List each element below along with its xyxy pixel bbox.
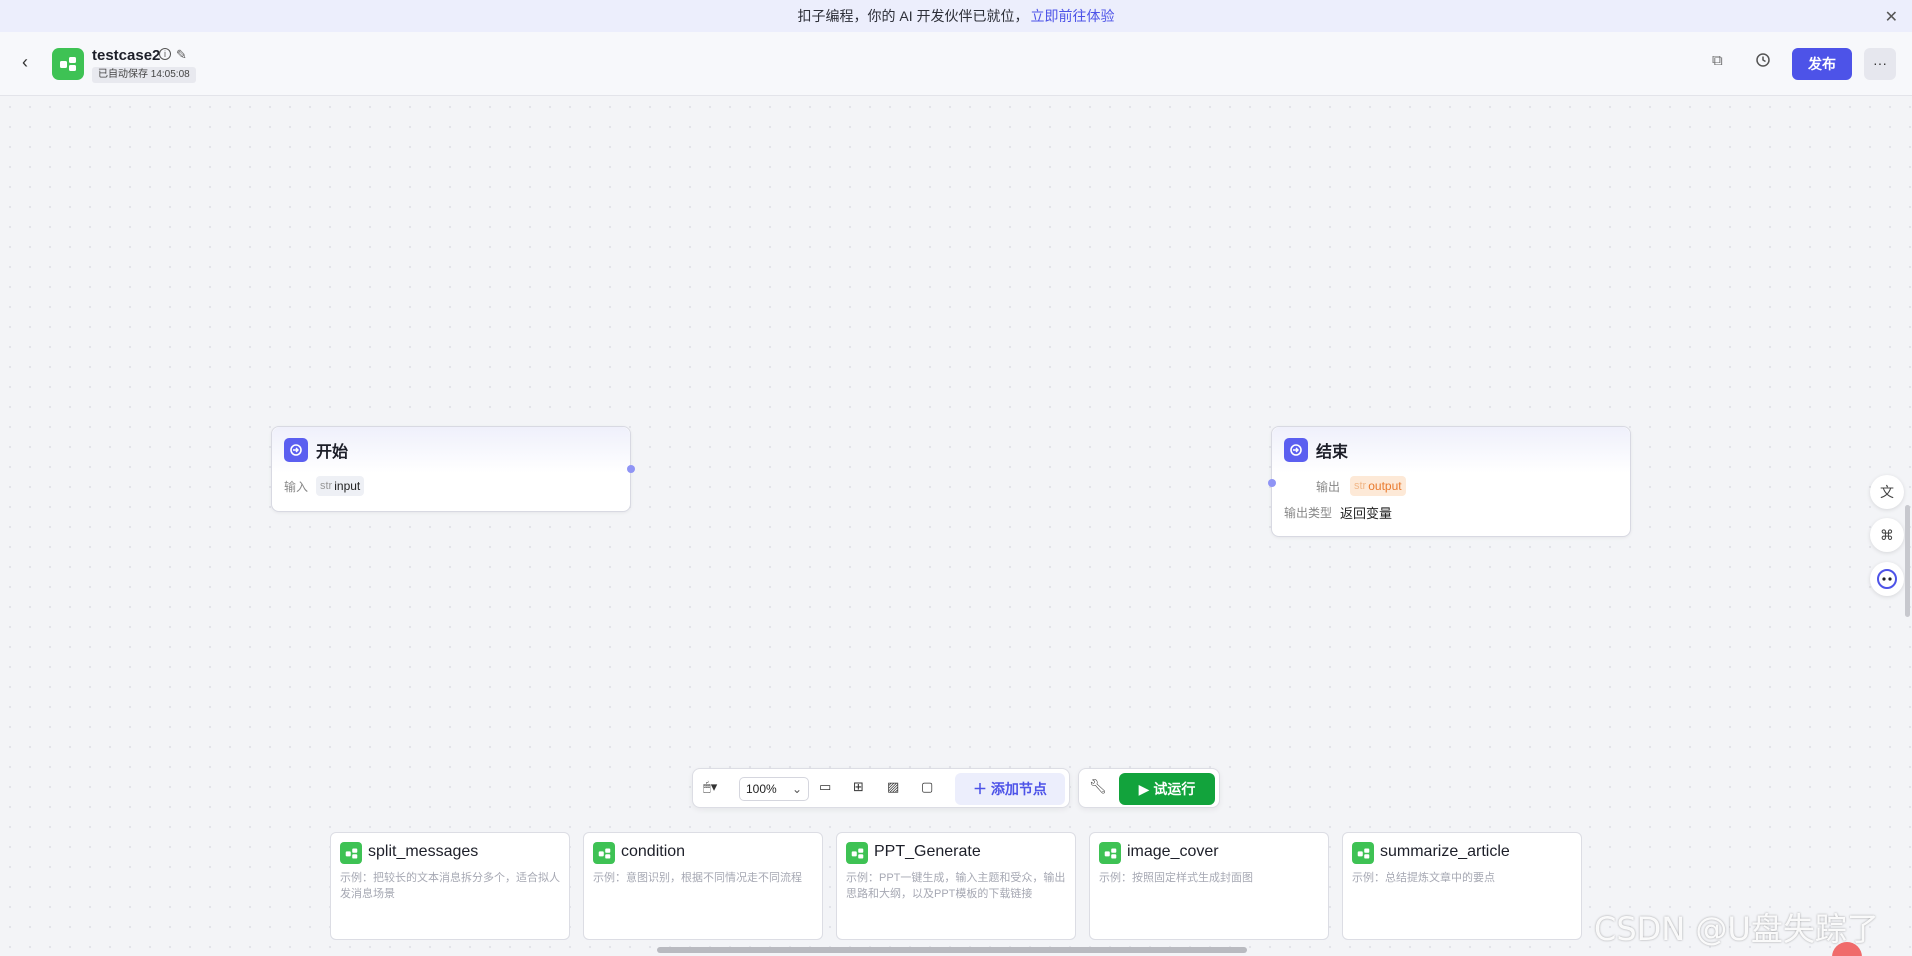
shortcut-icon[interactable]: ⌘ xyxy=(1870,518,1904,552)
start-node-header: 开始 xyxy=(272,427,630,473)
start-output-port[interactable] xyxy=(627,465,635,473)
horizontal-scrollbar[interactable] xyxy=(657,947,1247,953)
back-button[interactable]: ‹ xyxy=(22,52,28,73)
workflow-icon xyxy=(593,842,615,864)
comment-icon[interactable]: ▭ xyxy=(819,779,831,795)
start-node-title: 开始 xyxy=(316,444,349,461)
template-card[interactable]: summarize_article 示例：总结提炼文章中的要点 xyxy=(1342,832,1582,940)
input-label: 输入 xyxy=(284,479,309,494)
start-node[interactable]: 开始 输入 str input xyxy=(271,426,631,512)
end-node-header: 结束 xyxy=(1272,427,1630,473)
card-description: 示例：总结提炼文章中的要点 xyxy=(1352,872,1495,884)
workflow-header: ‹ testcase2 i ✎ 已自动保存 14:05:08 ⧉ 发布 ··· xyxy=(0,32,1912,96)
autosave-badge: 已自动保存 14:05:08 xyxy=(92,67,196,83)
close-icon[interactable]: ✕ xyxy=(1885,7,1898,27)
card-title: image_cover xyxy=(1127,843,1219,860)
assistant-icon[interactable] xyxy=(1870,562,1904,596)
template-card[interactable]: PPT_Generate 示例：PPT一键生成，输入主题和受众，输出思路和大纲，… xyxy=(836,832,1076,940)
var-type: str xyxy=(320,480,333,492)
var-name: input xyxy=(334,479,361,493)
template-card[interactable]: condition 示例：意图识别，根据不同情况走不同流程 xyxy=(583,832,823,940)
watermark: CSDN @U盘失踪了 xyxy=(1594,910,1879,948)
side-scrollbar[interactable] xyxy=(1905,505,1910,617)
workflow-icon xyxy=(846,842,868,864)
publish-button[interactable]: 发布 xyxy=(1792,48,1852,80)
test-run-button[interactable]: ▶ 试运行 xyxy=(1119,773,1215,805)
announcement-banner: 扣子编程，你的 AI 开发伙伴已就位， 立即前往体验 ✕ xyxy=(0,0,1912,32)
translate-icon[interactable]: 文 xyxy=(1870,475,1904,509)
output-type-value: 返回变量 xyxy=(1340,505,1393,521)
add-node-button[interactable]: ＋ 添加节点 xyxy=(955,773,1065,805)
workflow-icon xyxy=(1099,842,1121,864)
card-description: 示例：把较长的文本消息拆分多个，适合拟人发消息场景 xyxy=(340,872,560,900)
image-icon[interactable]: ▨ xyxy=(887,779,899,795)
card-title: condition xyxy=(621,843,686,860)
layout-icon[interactable]: ⊞ xyxy=(853,779,864,795)
more-button[interactable]: ··· xyxy=(1864,48,1896,80)
output-label: 输出 xyxy=(1315,479,1340,494)
card-description: 示例：意图识别，根据不同情况走不同流程 xyxy=(593,872,802,884)
wrench-icon[interactable]: 🔧︎ xyxy=(1089,778,1107,795)
zoom-value: 100% xyxy=(746,782,777,796)
end-icon xyxy=(1284,438,1308,462)
template-card[interactable]: split_messages 示例：把较长的文本消息拆分多个，适合拟人发消息场景 xyxy=(330,832,570,940)
minimap-icon[interactable]: ▢ xyxy=(921,779,933,795)
workflow-icon xyxy=(340,842,362,864)
card-description: 示例：PPT一键生成，输入主题和受众，输出思路和大纲，以及PPT模板的下载链接 xyxy=(846,872,1066,900)
info-icon[interactable]: i xyxy=(159,48,171,60)
banner-text: 扣子编程，你的 AI 开发伙伴已就位， xyxy=(797,8,1029,24)
template-card[interactable]: image_cover 示例：按照固定样式生成封面图 xyxy=(1089,832,1329,940)
copy-icon[interactable]: ⧉ xyxy=(1712,52,1723,69)
card-title: PPT_Generate xyxy=(874,843,981,860)
card-description: 示例：按照固定样式生成封面图 xyxy=(1099,872,1253,884)
chevron-down-icon: ⌄ xyxy=(791,782,802,796)
zoom-select[interactable]: 100% ⌄ xyxy=(739,777,809,801)
workflow-icon xyxy=(1352,842,1374,864)
card-title: summarize_article xyxy=(1380,843,1510,860)
output-type-label: 输出类型 xyxy=(1284,505,1333,520)
canvas-toolbar: 🖱︎▾ 100% ⌄ ▭ ⊞ ▨ ▢ ＋ 添加节点 xyxy=(692,768,1070,808)
var-name: output xyxy=(1368,479,1402,493)
workflow-icon xyxy=(52,48,84,80)
mouse-mode-icon[interactable]: 🖱︎▾ xyxy=(703,779,717,795)
edit-icon[interactable]: ✎ xyxy=(176,47,187,63)
card-title: split_messages xyxy=(368,843,479,860)
end-output-type-row: 输出类型 返回变量 xyxy=(1272,499,1630,525)
var-type: str xyxy=(1354,480,1367,492)
banner-link[interactable]: 立即前往体验 xyxy=(1031,6,1115,26)
start-input-row: 输入 str input xyxy=(272,473,630,499)
end-node-title: 结束 xyxy=(1316,444,1349,461)
end-output-row: 输出 str output xyxy=(1272,473,1630,499)
workflow-title: testcase2 xyxy=(92,47,161,64)
end-input-port[interactable] xyxy=(1268,479,1276,487)
start-icon xyxy=(284,438,308,462)
run-toolbar: 🔧︎ ▶ 试运行 xyxy=(1078,768,1220,808)
end-node[interactable]: 结束 输出 str output 输出类型 返回变量 xyxy=(1271,426,1631,537)
history-icon[interactable] xyxy=(1755,52,1771,72)
input-variable-tag: str input xyxy=(316,476,365,496)
output-variable-tag: str output xyxy=(1350,476,1406,496)
